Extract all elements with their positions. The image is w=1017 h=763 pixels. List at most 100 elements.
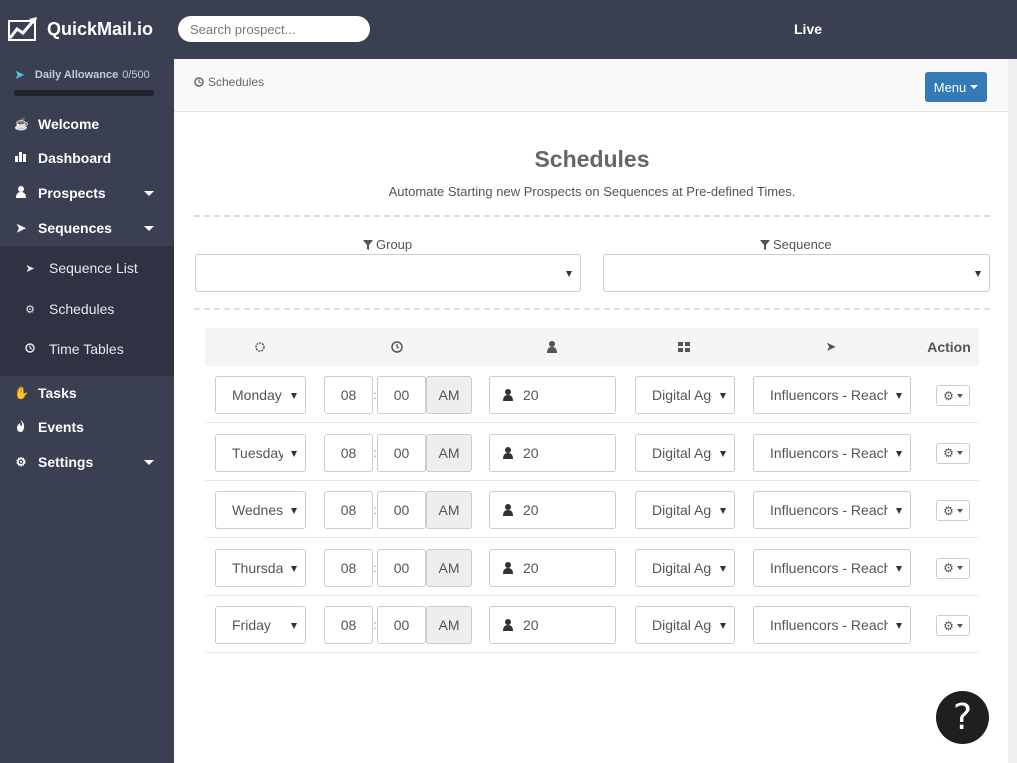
chevron-down-icon [144,226,154,231]
group-select[interactable]: Digital Agencies [635,548,735,587]
hand-icon: ✋ [14,386,29,400]
hour-input[interactable]: 08 [324,433,373,472]
breadcrumb[interactable]: Schedules [194,75,264,89]
sidebar-item-label: Events [38,419,84,435]
day-value: Thursday [232,559,283,576]
dropdown-arrow-icon [720,623,726,629]
cogs-icon: ⚙ [25,303,35,316]
chevron-down-icon [144,191,154,196]
gear-icon: ⚙ [943,561,954,575]
prospect-count-input[interactable]: 20 [489,433,616,472]
sidebar-item-dashboard[interactable]: Dashboard [0,141,174,175]
sequence-select[interactable]: Influencors - Reach Out [753,376,911,414]
dropdown-arrow-icon [291,565,297,572]
brand-logo[interactable]: QuickMail.io [8,16,153,42]
sidebar-item-welcome[interactable]: ☕ Welcome [0,107,174,141]
sidebar-subitem-schedules[interactable]: ⚙ Schedules [0,289,174,329]
sidebar-item-tasks[interactable]: ✋ Tasks [0,376,174,410]
group-select[interactable]: Digital Agencies [635,433,735,472]
hour-input[interactable]: 08 [324,606,373,644]
row-actions-button[interactable]: ⚙ [936,385,970,406]
sequence-select[interactable]: Influencors - Reach Out [753,433,911,472]
schedule-table-header: ➤ Action [205,328,979,366]
day-select[interactable]: Friday [215,606,306,644]
minute-input[interactable]: 00 [377,606,426,644]
dropdown-arrow-icon [896,623,902,629]
minute-value: 00 [393,502,410,518]
ampm-toggle[interactable]: AM [426,376,472,414]
brand-name: QuickMail.io [47,18,154,39]
dropdown-arrow-icon [720,450,726,457]
filter-icon [363,239,373,250]
caret-down-icon [956,566,963,570]
day-select[interactable]: Monday [215,376,306,414]
day-select[interactable]: Tuesday [215,433,306,472]
sequence-filter-select[interactable] [603,254,990,292]
divider [194,215,990,217]
group-select[interactable]: Digital Agencies [635,376,735,414]
sequences-submenu: ➤ Sequence List ⚙ Schedules Time Tables [0,246,174,376]
row-actions-button[interactable]: ⚙ [936,442,970,464]
minute-input[interactable]: 00 [377,491,426,529]
minute-input[interactable]: 00 [377,548,426,587]
hour-input[interactable]: 08 [324,376,373,414]
sequence-select[interactable]: Influencors - Reach Out [753,606,911,644]
group-filter-select[interactable] [195,254,581,292]
prospect-count-input[interactable]: 20 [489,376,616,414]
prospect-count-input[interactable]: 20 [489,606,616,644]
gear-icon: ⚙ [15,455,27,469]
sidebar-subitem-time-tables[interactable]: Time Tables [0,329,174,369]
sidebar-item-label: Tasks [38,385,77,401]
sequence-select[interactable]: Influencors - Reach Out [753,548,911,587]
day-select[interactable]: Thursday [215,548,306,587]
sequence-select[interactable]: Influencors - Reach Out [753,491,911,529]
group-select[interactable]: Digital Agencies [635,491,735,529]
help-button[interactable]: ? [936,691,989,744]
menu-button[interactable]: Menu [925,72,987,102]
hour-value: 08 [340,387,357,403]
grid-icon [678,342,690,352]
row-actions-button[interactable]: ⚙ [936,557,970,579]
th-time [315,328,479,366]
ampm-toggle[interactable]: AM [426,548,472,587]
ampm-toggle[interactable]: AM [426,433,472,472]
sidebar-item-sequences[interactable]: ➤ Sequences [0,211,174,245]
user-icon [503,561,513,574]
sidebar-item-settings[interactable]: ⚙ Settings [0,445,174,479]
dropdown-arrow-icon [566,271,572,277]
ampm-value: AM [438,387,460,403]
sidebar-item-prospects[interactable]: Prospects [0,176,174,210]
clock-icon [24,342,36,356]
group-select[interactable]: Digital Agencies [635,606,735,644]
bar-chart-icon [14,151,28,165]
minute-value: 00 [393,387,410,403]
search-input[interactable] [178,16,370,42]
ampm-toggle[interactable]: AM [426,606,472,644]
day-select[interactable]: Wednesday [215,491,306,529]
caret-down-icon [956,508,963,513]
group-value: Digital Agencies [652,502,712,518]
sidebar-subitem-sequence-list[interactable]: ➤ Sequence List [0,248,174,288]
row-actions-button[interactable]: ⚙ [936,615,970,636]
hour-input[interactable]: 08 [324,548,373,587]
ampm-toggle[interactable]: AM [426,491,472,529]
minute-input[interactable]: 00 [377,433,426,472]
prospect-count-input[interactable]: 20 [489,491,616,529]
group-label-text: Group [376,237,413,252]
prospect-count-input[interactable]: 20 [489,548,616,587]
table-row: Thursday 08 : 00 AM 20 Digital Agencies … [205,539,979,596]
group-value: Digital Agencies [652,444,712,461]
hour-value: 08 [340,617,357,633]
row-actions-button[interactable]: ⚙ [936,500,970,521]
breadcrumb-label: Schedules [208,75,265,89]
chevron-down-icon [144,460,154,465]
sequence-value: Influencors - Reach Out [770,617,888,633]
minute-input[interactable]: 00 [377,376,426,414]
sidebar-item-events[interactable]: Events [0,410,174,444]
th-sequence: ➤ [743,328,919,366]
gear-icon: ⚙ [943,503,954,518]
page-header: Schedules Menu [174,59,1008,112]
hour-input[interactable]: 08 [324,491,373,529]
fire-icon [14,419,28,435]
gear-icon: ⚙ [943,388,954,403]
